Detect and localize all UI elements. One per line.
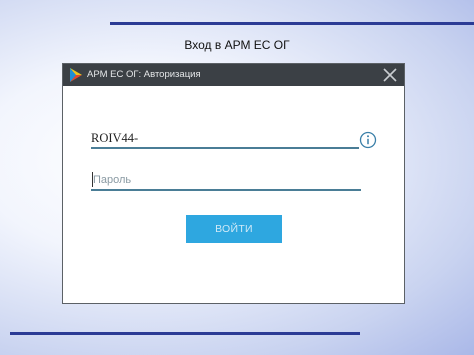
login-button[interactable]: ВОЙТИ — [186, 215, 282, 243]
password-input[interactable] — [91, 171, 361, 191]
play-triangle-icon — [70, 68, 82, 82]
auth-window: АРМ ЕС ОГ: Авторизация ВОЙТИ — [62, 63, 405, 304]
window-titlebar[interactable]: АРМ ЕС ОГ: Авторизация — [63, 64, 404, 86]
login-input[interactable] — [91, 129, 359, 149]
info-icon[interactable] — [359, 131, 377, 149]
window-title: АРМ ЕС ОГ: Авторизация — [87, 69, 201, 80]
text-caret — [92, 172, 93, 187]
bottom-divider — [10, 332, 360, 335]
slide-title: Вход в АРМ ЕС ОГ — [184, 38, 290, 52]
close-icon[interactable] — [380, 65, 400, 85]
top-divider — [110, 22, 474, 25]
